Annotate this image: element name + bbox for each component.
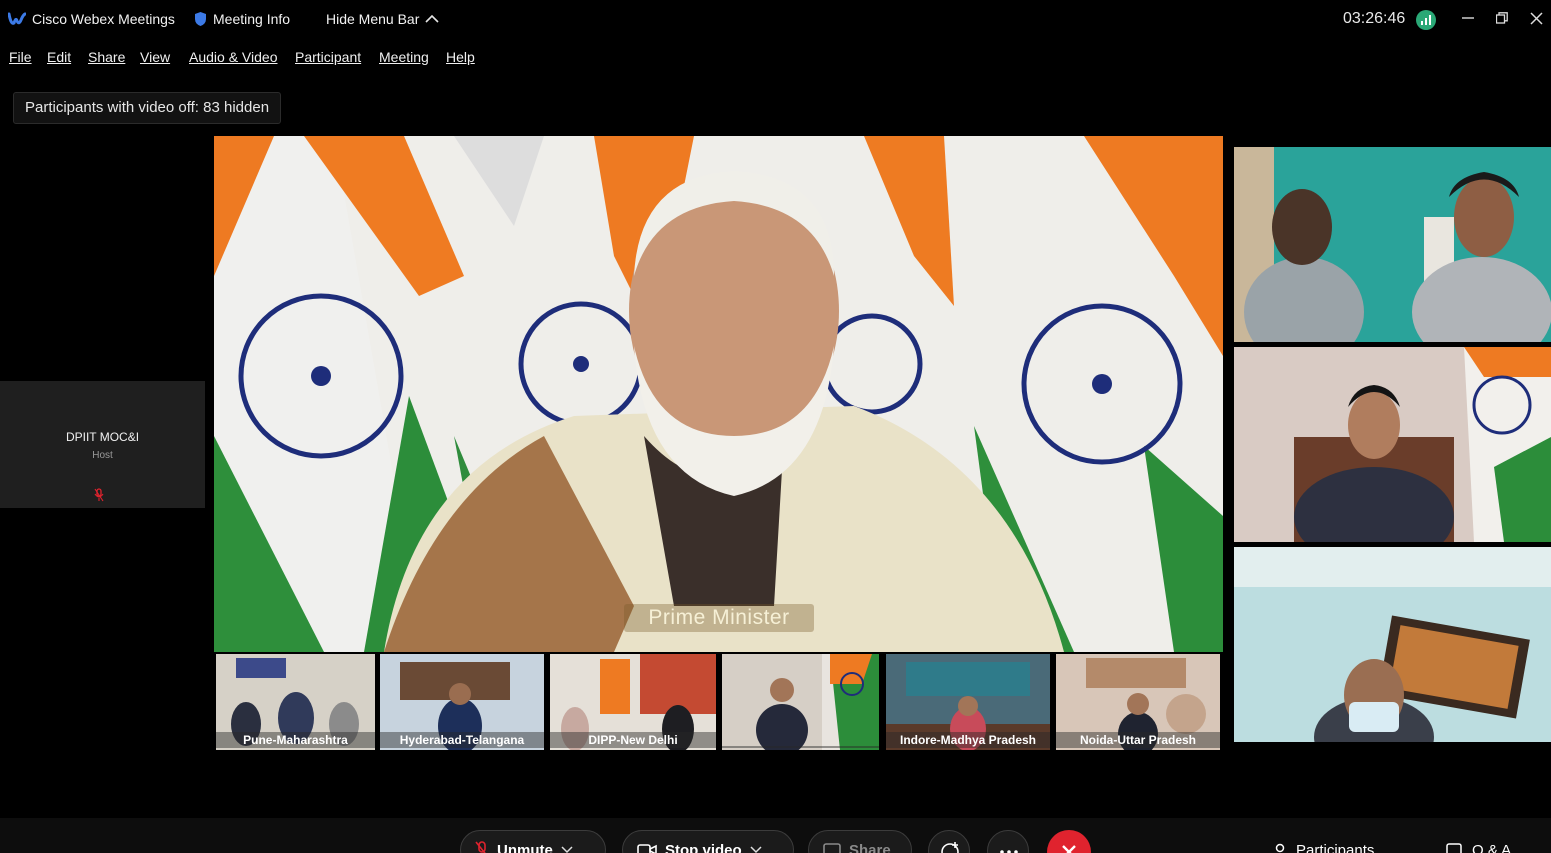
app-title: Cisco Webex Meetings <box>8 11 175 27</box>
meeting-info-label: Meeting Info <box>213 11 291 27</box>
participant-video-tile[interactable] <box>1234 347 1551 542</box>
menu-share-label: Share <box>88 49 126 65</box>
menu-view-label: View <box>140 49 171 65</box>
stop-video-button[interactable]: Stop video <box>622 830 794 853</box>
participants-label: Participants <box>1296 842 1375 853</box>
filmstrip-tile[interactable]: Indore-Madhya Pradesh <box>886 654 1050 750</box>
menu-meeting[interactable]: Meeting <box>379 49 429 65</box>
more-options-button[interactable] <box>987 830 1029 853</box>
filmstrip-tile[interactable]: Noida-Uttar Pradesh <box>1056 654 1220 750</box>
menu-view[interactable]: View <box>140 49 170 65</box>
participants-panel-button[interactable]: Participants <box>1272 842 1374 853</box>
chevron-up-icon <box>425 14 439 23</box>
qa-label: Q & A <box>1472 842 1512 853</box>
chevron-down-icon <box>750 846 762 853</box>
filmstrip-label: Indore-Madhya Pradesh <box>886 732 1050 748</box>
filmstrip: Pune-Maharashtra Hyderabad-Telangana DIP… <box>214 652 1223 752</box>
filmstrip-label: Noida-Uttar Pradesh <box>1056 732 1220 748</box>
qa-panel-button[interactable]: Q & A <box>1446 842 1511 853</box>
host-role: Host <box>92 450 113 461</box>
active-speaker-video[interactable] <box>214 136 1223 652</box>
share-label: Share <box>849 841 891 853</box>
share-button[interactable]: Share <box>808 830 912 853</box>
menu-file-label: File <box>9 49 32 65</box>
speaker-name-label: Prime Minister <box>624 604 814 632</box>
minimize-button[interactable] <box>1454 6 1482 30</box>
more-icon <box>1000 850 1018 853</box>
filmstrip-tile[interactable]: Pune-Maharashtra <box>216 654 375 750</box>
menu-help[interactable]: Help <box>446 49 475 65</box>
filmstrip-label: DIPP-New Delhi <box>550 732 716 748</box>
unmute-button[interactable]: Unmute <box>460 830 606 853</box>
close-icon <box>1529 11 1543 25</box>
app-name: Cisco Webex Meetings <box>32 11 175 27</box>
filmstrip-label: Hyderabad-Telangana <box>380 732 544 748</box>
person-icon <box>1275 843 1285 852</box>
menu-share[interactable]: Share <box>88 49 125 65</box>
reactions-button[interactable] <box>928 830 970 853</box>
share-screen-icon <box>823 843 841 853</box>
menu-file[interactable]: File <box>9 49 32 65</box>
shield-icon <box>195 12 206 26</box>
speaker-video-frame <box>214 136 1223 652</box>
filmstrip-tile[interactable]: Hyderabad-Telangana <box>380 654 544 750</box>
menu-participant[interactable]: Participant <box>295 49 361 65</box>
filmstrip-label: Pune-Maharashtra <box>216 732 375 748</box>
meeting-info-button[interactable]: Meeting Info <box>194 11 290 27</box>
meeting-clock: 03:26:46 <box>1343 10 1406 27</box>
stop-video-label: Stop video <box>665 841 742 853</box>
filmstrip-label <box>722 746 879 748</box>
hide-menu-bar-label: Hide Menu Bar <box>326 11 420 27</box>
title-bar: Cisco Webex Meetings Meeting Info Hide M… <box>0 0 1551 40</box>
host-participant-tile[interactable]: DPIIT MOC&I Host <box>0 381 205 508</box>
menu-meeting-label: Meeting <box>379 49 429 65</box>
reaction-icon <box>941 842 959 853</box>
filmstrip-tile[interactable]: DIPP-New Delhi <box>550 654 716 750</box>
menu-participant-label: Participant <box>295 49 362 65</box>
minimize-icon <box>1462 17 1474 19</box>
network-status-icon[interactable] <box>1416 10 1436 30</box>
host-name: DPIIT MOC&I <box>65 430 140 444</box>
unmute-label: Unmute <box>497 841 553 853</box>
tile-video <box>1234 547 1551 742</box>
hide-menu-bar-button[interactable]: Hide Menu Bar <box>326 11 439 27</box>
muted-mic-icon <box>475 841 486 853</box>
close-window-button[interactable] <box>1522 6 1550 30</box>
participant-video-tile[interactable] <box>1234 147 1551 342</box>
tile-video <box>1234 347 1551 542</box>
tile-video <box>1234 147 1551 342</box>
hidden-participants-indicator[interactable]: Participants with video off: 83 hidden <box>13 92 282 124</box>
tile-video <box>722 654 879 750</box>
chevron-down-icon <box>561 846 573 853</box>
restore-button[interactable] <box>1488 6 1516 30</box>
video-camera-icon <box>637 844 657 853</box>
restore-icon <box>1496 12 1508 24</box>
menu-audio-video-label: Audio & Video <box>189 49 278 65</box>
muted-mic-icon <box>94 488 104 502</box>
webex-logo-icon <box>8 12 26 25</box>
menu-edit[interactable]: Edit <box>47 49 71 65</box>
close-icon <box>1062 845 1076 853</box>
leave-meeting-button[interactable] <box>1047 830 1091 853</box>
filmstrip-tile[interactable] <box>722 654 879 750</box>
menu-help-label: Help <box>446 49 475 65</box>
participant-video-tile[interactable] <box>1234 547 1551 742</box>
menu-edit-label: Edit <box>47 49 72 65</box>
qa-icon <box>1446 842 1462 853</box>
menu-audio-video[interactable]: Audio & Video <box>189 49 277 65</box>
